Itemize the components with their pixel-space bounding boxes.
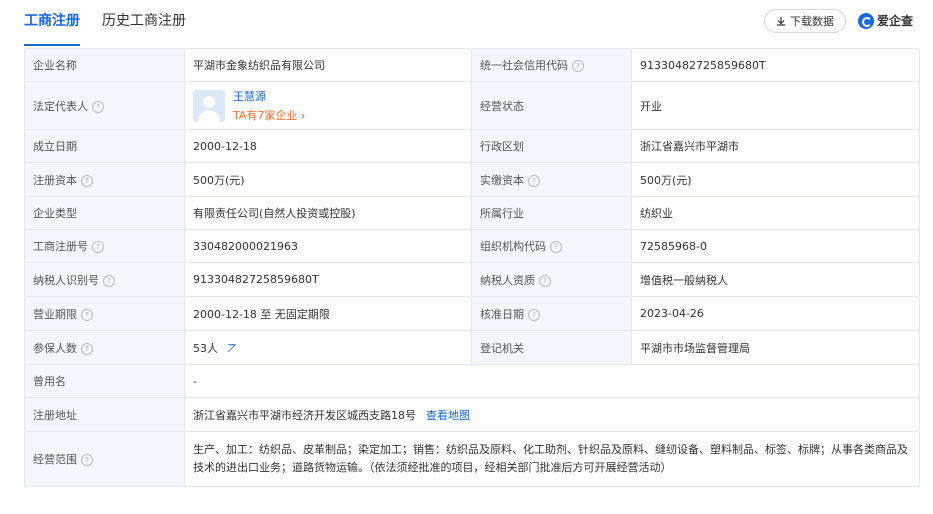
value-paid-capital: 500万(元) bbox=[631, 162, 920, 197]
value-address: 浙江省嘉兴市平湖市经济开发区城西支路18号 查看地图 bbox=[184, 397, 920, 432]
label-industry: 所属行业 bbox=[471, 196, 632, 230]
help-icon[interactable]: ? bbox=[528, 174, 540, 187]
help-icon[interactable]: ? bbox=[81, 174, 93, 187]
label-former-name: 曾用名 bbox=[24, 364, 185, 398]
label-status: 经营状态 bbox=[471, 81, 632, 130]
table-row: 法定代表人? 王慧源 TA有7家企业 › 经营状态 开业 bbox=[24, 81, 920, 130]
companies-count-text: TA有7家企业 bbox=[233, 109, 298, 122]
label-biz-term: 营业期限? bbox=[24, 296, 185, 331]
label-text: 营业期限 bbox=[33, 307, 77, 321]
view-map-link[interactable]: 查看地图 bbox=[426, 409, 470, 422]
value-insured: 53人 ⦢ bbox=[184, 330, 472, 365]
help-icon[interactable]: ? bbox=[572, 60, 584, 72]
label-taxpayer-qual: 纳税人资质? bbox=[471, 262, 632, 297]
table-row: 注册地址 浙江省嘉兴市平湖市经济开发区城西支路18号 查看地图 bbox=[24, 397, 920, 432]
table-row: 纳税人识别号? 91330482725859680T 纳税人资质? 增值税一般纳… bbox=[24, 262, 920, 297]
tab-bar: 工商注册 历史工商注册 bbox=[24, 10, 186, 46]
value-credit-code: 91330482725859680T bbox=[631, 48, 920, 82]
avatar[interactable] bbox=[193, 89, 225, 122]
value-approval-date: 2023-04-26 bbox=[631, 296, 920, 331]
table-row: 注册资本? 500万(元) 实缴资本? 500万(元) bbox=[24, 162, 920, 197]
label-text: 组织机构代码 bbox=[480, 240, 546, 253]
download-icon bbox=[777, 17, 785, 26]
value-status: 开业 bbox=[631, 81, 920, 130]
download-label: 下载数据 bbox=[790, 15, 834, 28]
label-text: 法定代表人 bbox=[33, 99, 88, 113]
tab-business-registration[interactable]: 工商注册 bbox=[24, 10, 80, 46]
label-credit-code: 统一社会信用代码? bbox=[471, 48, 632, 82]
table-row: 工商注册号? 330482000021963 组织机构代码? 72585968-… bbox=[24, 229, 920, 263]
table-row: 参保人数? 53人 ⦢ 登记机关 平湖市市场监督管理局 bbox=[24, 330, 920, 365]
value-industry: 纺织业 bbox=[631, 196, 920, 230]
label-text: 经营范围 bbox=[33, 453, 77, 466]
help-icon[interactable]: ? bbox=[103, 274, 115, 287]
label-reg-no: 工商注册号? bbox=[24, 229, 185, 263]
table-row: 曾用名 - bbox=[24, 364, 920, 398]
label-text: 参保人数 bbox=[33, 341, 77, 355]
label-region: 行政区划 bbox=[471, 129, 632, 163]
brand-logo: 爱企查 bbox=[858, 12, 913, 29]
registration-info-table: 企业名称 平湖市金象纺织品有限公司 统一社会信用代码? 913304827258… bbox=[24, 48, 920, 487]
label-text: 纳税人资质 bbox=[480, 273, 535, 287]
label-scope: 经营范围? bbox=[24, 431, 185, 487]
help-icon[interactable]: ? bbox=[550, 241, 562, 253]
value-taxpayer-id: 91330482725859680T bbox=[184, 262, 472, 297]
value-former-name: - bbox=[184, 364, 920, 398]
label-reg-capital: 注册资本? bbox=[24, 162, 185, 197]
value-reg-capital: 500万(元) bbox=[184, 162, 472, 197]
help-icon[interactable]: ? bbox=[81, 342, 93, 355]
label-text: 纳税人识别号 bbox=[33, 273, 99, 287]
help-icon[interactable]: ? bbox=[92, 241, 104, 253]
table-row: 企业名称 平湖市金象纺织品有限公司 统一社会信用代码? 913304827258… bbox=[24, 48, 920, 82]
legal-rep-name-link[interactable]: 王慧源 bbox=[233, 88, 305, 104]
label-text: 工商注册号 bbox=[33, 240, 88, 253]
table-row: 成立日期 2000-12-18 行政区划 浙江省嘉兴市平湖市 bbox=[24, 129, 920, 163]
label-text: 实缴资本 bbox=[480, 173, 524, 187]
value-found-date: 2000-12-18 bbox=[184, 129, 472, 163]
tab-history-registration[interactable]: 历史工商注册 bbox=[102, 10, 186, 40]
label-insured: 参保人数? bbox=[24, 330, 185, 365]
help-icon[interactable]: ? bbox=[528, 308, 540, 321]
aiqicha-logo-icon bbox=[858, 12, 874, 29]
label-org-code: 组织机构代码? bbox=[471, 229, 632, 263]
label-legal-rep: 法定代表人? bbox=[24, 81, 185, 130]
value-org-code: 72585968-0 bbox=[631, 229, 920, 263]
chevron-right-icon: › bbox=[300, 109, 306, 122]
value-authority: 平湖市市场监督管理局 bbox=[631, 330, 920, 365]
label-authority: 登记机关 bbox=[471, 330, 632, 365]
insured-count: 53人 bbox=[193, 341, 218, 355]
value-legal-rep: 王慧源 TA有7家企业 › bbox=[184, 81, 472, 130]
legal-rep-block: 王慧源 TA有7家企业 › bbox=[193, 88, 463, 123]
help-icon[interactable]: ? bbox=[92, 100, 104, 113]
label-approval-date: 核准日期? bbox=[471, 296, 632, 331]
legal-rep-companies-link[interactable]: TA有7家企业 › bbox=[233, 107, 305, 123]
label-taxpayer-id: 纳税人识别号? bbox=[24, 262, 185, 297]
download-data-button[interactable]: 下载数据 bbox=[764, 9, 846, 33]
table-row: 营业期限? 2000-12-18 至 无固定期限 核准日期? 2023-04-2… bbox=[24, 296, 920, 331]
brand-name: 爱企查 bbox=[877, 14, 914, 28]
trend-chart-icon[interactable]: ⦢ bbox=[228, 342, 236, 355]
label-text: 注册资本 bbox=[33, 173, 77, 187]
help-icon[interactable]: ? bbox=[81, 454, 93, 466]
value-reg-no: 330482000021963 bbox=[184, 229, 472, 263]
value-biz-term: 2000-12-18 至 无固定期限 bbox=[184, 296, 472, 331]
value-scope: 生产、加工：纺织品、皮革制品；染定加工；销售：纺织品及原料、化工助剂、针织品及原… bbox=[184, 431, 920, 487]
value-region: 浙江省嘉兴市平湖市 bbox=[631, 129, 920, 163]
label-company-name: 企业名称 bbox=[24, 48, 185, 82]
help-icon[interactable]: ? bbox=[81, 308, 93, 321]
label-address: 注册地址 bbox=[24, 397, 185, 432]
table-row: 企业类型 有限责任公司(自然人投资或控股) 所属行业 纺织业 bbox=[24, 196, 920, 230]
value-ent-type: 有限责任公司(自然人投资或控股) bbox=[184, 196, 472, 230]
label-paid-capital: 实缴资本? bbox=[471, 162, 632, 197]
value-company-name: 平湖市金象纺织品有限公司 bbox=[184, 48, 472, 82]
address-text: 浙江省嘉兴市平湖市经济开发区城西支路18号 bbox=[193, 408, 416, 422]
legal-rep-info: 王慧源 TA有7家企业 › bbox=[233, 88, 305, 123]
table-row: 经营范围? 生产、加工：纺织品、皮革制品；染定加工；销售：纺织品及原料、化工助剂… bbox=[24, 431, 920, 487]
help-icon[interactable]: ? bbox=[539, 274, 551, 287]
label-text: 核准日期 bbox=[480, 307, 524, 321]
value-taxpayer-qual: 增值税一般纳税人 bbox=[631, 262, 920, 297]
label-ent-type: 企业类型 bbox=[24, 196, 185, 230]
label-text: 统一社会信用代码 bbox=[480, 59, 568, 72]
label-found-date: 成立日期 bbox=[24, 129, 185, 163]
